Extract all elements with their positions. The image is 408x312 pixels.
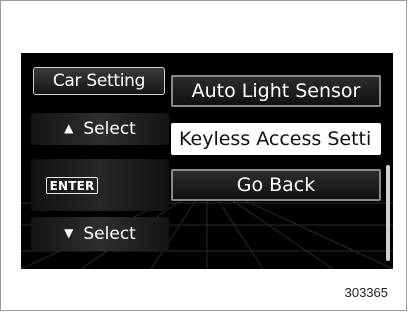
menu-item-label: Auto Light Sensor [191,80,361,102]
select-up-button[interactable]: ▲ Select [31,113,169,145]
menu-item-label: Keyless Access Setti [179,128,372,150]
enter-label: ENTER [45,176,99,194]
figure-frame: Car Setting ▲ Select ENTER ▼ Select Auto… [0,0,407,311]
down-triangle-icon: ▼ [64,226,74,240]
car-setting-header: Car Setting [33,67,165,95]
select-up-label: Select [83,119,136,139]
select-down-label: Select [83,224,136,244]
figure-number: 303365 [344,285,388,300]
menu-item-keyless-access-setting[interactable]: Keyless Access Setti [171,123,381,155]
menu-item-auto-light-sensor[interactable]: Auto Light Sensor [171,75,381,107]
display-screen: Car Setting ▲ Select ENTER ▼ Select Auto… [21,53,393,269]
menu-item-label: Go Back [236,174,316,196]
select-down-button[interactable]: ▼ Select [31,217,169,251]
up-triangle-icon: ▲ [64,121,74,135]
enter-button[interactable]: ENTER [31,159,169,211]
menu-scrollbar[interactable] [386,165,390,261]
menu-item-go-back[interactable]: Go Back [171,169,381,201]
car-setting-label: Car Setting [52,71,146,91]
